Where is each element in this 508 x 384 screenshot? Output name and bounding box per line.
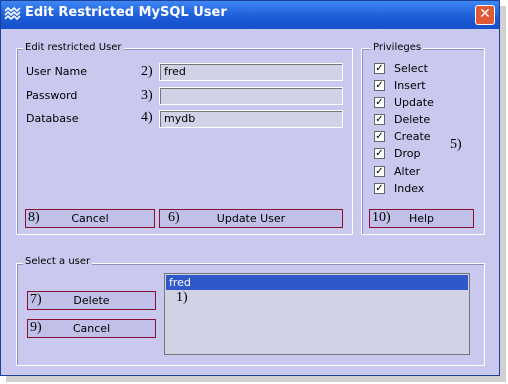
help-button[interactable]: 10) Help [369, 209, 474, 228]
user-listbox[interactable]: fred 1) [164, 273, 470, 355]
update-checkbox[interactable]: ✓ [374, 97, 385, 108]
update-user-marker: 6) [168, 210, 180, 225]
select-user-legend: Select a user [23, 256, 93, 267]
cancel-edit-marker: 8) [28, 210, 40, 225]
cancel-select-marker: 9) [30, 320, 42, 335]
delete-checkbox[interactable]: ✓ [374, 114, 385, 125]
help-label: Help [408, 212, 435, 225]
privileges-marker: 5) [450, 137, 462, 152]
list-item[interactable]: fred [166, 275, 468, 290]
update-user-label: Update User [216, 212, 286, 225]
cancel-edit-label: Cancel [71, 212, 109, 225]
dialog-window: Edit Restricted MySQL User ✕ Edit restri… [0, 0, 500, 376]
database-marker: 4) [141, 110, 153, 125]
username-label: User Name [26, 65, 88, 78]
create-checkbox[interactable]: ✓ [374, 131, 385, 142]
delete-label: Delete [394, 113, 431, 126]
cancel-select-button[interactable]: 9) Cancel [27, 319, 156, 338]
privileges-legend: Privileges [371, 42, 424, 53]
create-label: Create [394, 130, 431, 143]
close-icon: ✕ [479, 6, 491, 22]
drop-checkbox[interactable]: ✓ [374, 148, 385, 159]
wave-icon [4, 6, 21, 21]
select-label: Select [394, 62, 428, 75]
update-label: Update [394, 96, 434, 109]
alter-checkbox[interactable]: ✓ [374, 166, 385, 177]
index-checkbox[interactable]: ✓ [374, 183, 385, 194]
password-label: Password [26, 89, 78, 102]
insert-label: Insert [394, 79, 426, 92]
delete-marker: 7) [30, 292, 42, 307]
title-bar[interactable]: Edit Restricted MySQL User ✕ [1, 1, 499, 29]
delete-label-text: Delete [73, 294, 110, 307]
window-title: Edit Restricted MySQL User [25, 5, 227, 20]
cancel-edit-button[interactable]: 8) Cancel [25, 209, 155, 228]
index-label: Index [394, 182, 425, 195]
username-field[interactable]: fred [159, 63, 343, 81]
listbox-marker: 1) [176, 290, 188, 305]
username-marker: 2) [141, 64, 153, 79]
close-button[interactable]: ✕ [475, 5, 495, 25]
database-field[interactable]: mydb [159, 110, 343, 128]
drop-label: Drop [394, 147, 421, 160]
insert-checkbox[interactable]: ✓ [374, 80, 385, 91]
select-checkbox[interactable]: ✓ [374, 63, 385, 74]
edit-user-legend: Edit restricted User [23, 42, 124, 53]
database-label: Database [26, 112, 79, 125]
update-user-button[interactable]: 6) Update User [159, 209, 343, 228]
cancel-select-label: Cancel [72, 322, 111, 335]
help-marker: 10) [372, 210, 391, 225]
password-field[interactable] [159, 87, 343, 105]
password-marker: 3) [141, 88, 153, 103]
delete-button[interactable]: 7) Delete [27, 291, 156, 310]
alter-label: Alter [394, 165, 421, 178]
